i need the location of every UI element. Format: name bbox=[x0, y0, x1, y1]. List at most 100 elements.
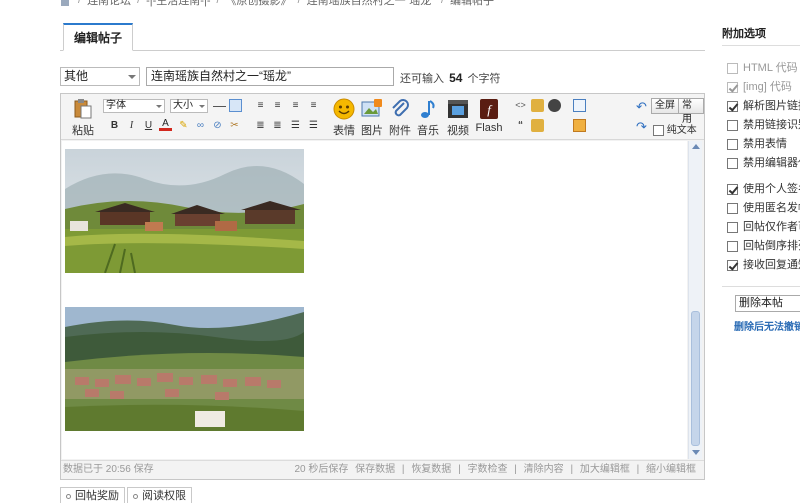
option-item[interactable]: 使用匿名发帖 bbox=[727, 199, 800, 215]
option-item[interactable]: 使用个人签名 bbox=[727, 180, 800, 196]
hide-content-icon[interactable] bbox=[531, 119, 544, 132]
thread-type-select[interactable]: 其他 bbox=[60, 67, 140, 86]
option-checkbox[interactable] bbox=[727, 119, 738, 131]
quote-button[interactable]: “ bbox=[514, 119, 527, 132]
ordered-list-icon[interactable]: ☰ bbox=[289, 119, 302, 132]
highlight-icon[interactable]: ✎ bbox=[177, 119, 190, 132]
align-justify-icon[interactable]: ≡ bbox=[307, 99, 320, 112]
redo-icon[interactable]: ↷ bbox=[635, 120, 648, 133]
breadcrumb-forum[interactable]: 连南论坛 bbox=[87, 0, 131, 8]
lock-icon[interactable] bbox=[531, 99, 544, 112]
horizontal-rule-icon[interactable] bbox=[213, 99, 226, 107]
option-checkbox[interactable] bbox=[727, 157, 738, 169]
breadcrumb-current: 编辑帖子 bbox=[450, 0, 495, 7]
divider: | bbox=[636, 464, 640, 475]
source-icon[interactable] bbox=[573, 99, 586, 112]
option-item[interactable]: 解析图片链接 bbox=[727, 97, 800, 113]
tab-read-permission[interactable]: 阅读权限 bbox=[127, 487, 192, 503]
image-button[interactable]: 图片 bbox=[357, 98, 387, 138]
clear-content-link[interactable]: 清除内容 bbox=[524, 464, 564, 475]
delete-warning: 删除后无法撤销 bbox=[734, 322, 800, 333]
unordered-list-icon[interactable]: ☰ bbox=[307, 119, 320, 132]
editor-scrollbar[interactable] bbox=[688, 141, 702, 459]
scrollbar-thumb[interactable] bbox=[691, 311, 700, 446]
scroll-down-icon[interactable] bbox=[692, 450, 700, 455]
bold-button[interactable]: B bbox=[108, 119, 121, 132]
option-item[interactable]: 回帖仅作者可 bbox=[727, 218, 800, 234]
font-color-button[interactable]: A bbox=[159, 119, 172, 131]
status-actions: 20 秒后保存 保存数据 | 恢复数据 | 字数检查 | 清除内容 | 加大编辑… bbox=[290, 461, 696, 479]
italic-button[interactable]: I bbox=[125, 119, 138, 132]
option-item[interactable]: 禁用编辑器代 bbox=[727, 154, 800, 170]
tab-reply-reward[interactable]: 回帖奖励 bbox=[60, 487, 125, 503]
fullscreen-button[interactable]: 全屏 bbox=[651, 98, 679, 114]
tab-edit-post[interactable]: 编辑帖子 bbox=[63, 23, 134, 51]
indent-icon[interactable]: ≣ bbox=[254, 119, 267, 132]
shrink-editor-link[interactable]: 缩小编辑框 bbox=[646, 464, 696, 475]
scroll-up-icon[interactable] bbox=[692, 144, 700, 149]
user-icon[interactable] bbox=[548, 99, 561, 112]
editor-content[interactable] bbox=[62, 141, 687, 459]
delete-post-select[interactable]: 删除本帖 bbox=[735, 295, 800, 312]
attach-button[interactable]: 附件 bbox=[385, 98, 415, 138]
option-checkbox[interactable] bbox=[727, 202, 738, 214]
enlarge-editor-link[interactable]: 加大编辑框 bbox=[580, 464, 630, 475]
align-center-icon[interactable]: ≡ bbox=[271, 99, 284, 112]
option-checkbox[interactable] bbox=[727, 221, 738, 233]
option-item[interactable]: 禁用链接识别 bbox=[727, 116, 800, 132]
breadcrumb-thread[interactable]: 连南瑶族自然村之一“瑶龙” bbox=[307, 0, 435, 8]
option-item: [img] 代码 bbox=[727, 78, 792, 94]
template-icon[interactable] bbox=[573, 119, 586, 132]
paste-button[interactable]: 粘贴 bbox=[68, 98, 98, 138]
option-item[interactable]: 回帖倒序排列 bbox=[727, 237, 800, 253]
word-count-link[interactable]: 字数检查 bbox=[467, 464, 507, 475]
village-photo-2 bbox=[65, 307, 304, 431]
attach-label: 附件 bbox=[389, 125, 411, 137]
breadcrumb-board[interactable]: -|-生活连南-|- bbox=[146, 0, 210, 8]
undo-icon[interactable]: ↶ bbox=[635, 100, 648, 113]
home-icon[interactable] bbox=[58, 0, 72, 6]
align-right-icon[interactable]: ≡ bbox=[289, 99, 302, 112]
flash-button[interactable]: f Flash bbox=[474, 98, 504, 134]
align-left-icon[interactable]: ≡ bbox=[254, 99, 267, 112]
plaintext-toggle[interactable]: 纯文本 bbox=[653, 121, 697, 136]
paste-label: 粘贴 bbox=[72, 125, 94, 137]
emoticon-button[interactable]: 表情 bbox=[329, 98, 359, 138]
save-status: 数据已于 20:56 保存 bbox=[63, 464, 154, 475]
link-icon[interactable]: ∞ bbox=[194, 119, 207, 132]
option-checkbox[interactable] bbox=[727, 240, 738, 252]
underline-button[interactable]: U bbox=[142, 119, 155, 132]
clear-format-icon[interactable]: ✂ bbox=[228, 119, 241, 132]
common-mode-button[interactable]: 常用 bbox=[678, 98, 704, 125]
option-checkbox[interactable] bbox=[727, 138, 738, 150]
divider: | bbox=[458, 464, 461, 475]
code-icon[interactable]: <> bbox=[514, 99, 527, 112]
font-family-select[interactable]: 字体 bbox=[103, 99, 165, 113]
subject-input[interactable]: 连南瑶族自然村之一“瑶龙” bbox=[146, 67, 394, 86]
option-item[interactable]: 接收回复通知 bbox=[727, 256, 800, 272]
option-checkbox[interactable] bbox=[727, 259, 738, 271]
option-checkbox[interactable] bbox=[727, 183, 738, 195]
unlink-icon[interactable]: ⊘ bbox=[211, 119, 224, 132]
font-size-select[interactable]: 大小 bbox=[170, 99, 208, 113]
option-checkbox[interactable] bbox=[727, 100, 738, 112]
video-label: 视频 bbox=[447, 125, 469, 137]
option-label: 禁用表情 bbox=[743, 138, 787, 150]
breadcrumb-separator: / bbox=[216, 0, 220, 6]
option-label: 回帖倒序排列 bbox=[743, 240, 800, 252]
save-data-link[interactable]: 保存数据 bbox=[355, 464, 395, 475]
flash-icon: f bbox=[480, 99, 498, 119]
plaintext-checkbox[interactable] bbox=[653, 124, 664, 136]
video-button[interactable]: 视频 bbox=[443, 98, 473, 138]
autosave-countdown: 20 秒后保存 bbox=[294, 464, 349, 475]
outdent-icon[interactable]: ≣ bbox=[271, 119, 284, 132]
breadcrumb-subboard[interactable]: 《原创摄影》 bbox=[226, 0, 292, 8]
bullet-icon bbox=[66, 493, 71, 499]
restore-data-link[interactable]: 恢复数据 bbox=[411, 464, 451, 475]
image-label: 图片 bbox=[361, 125, 383, 137]
breadcrumb-separator: / bbox=[137, 0, 141, 6]
music-button[interactable]: 音乐 bbox=[413, 98, 443, 138]
table-icon[interactable] bbox=[229, 99, 242, 112]
chevron-down-icon bbox=[128, 75, 136, 79]
option-item[interactable]: 禁用表情 bbox=[727, 135, 787, 151]
